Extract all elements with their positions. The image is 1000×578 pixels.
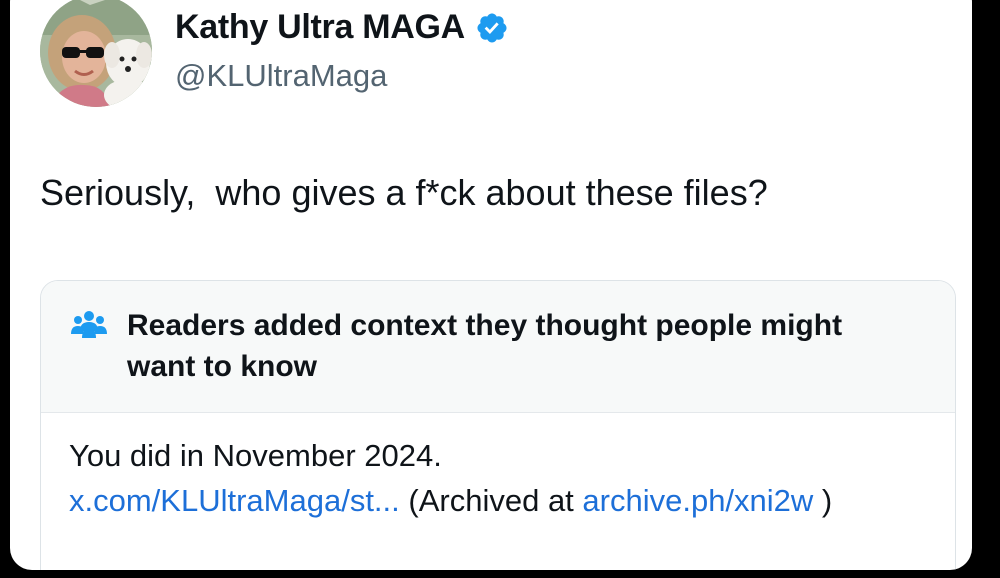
community-note-text: You did in November 2024. — [69, 438, 442, 473]
archived-prefix: (Archived at — [399, 483, 583, 518]
source-link-archive[interactable]: archive.ph/​xni2w — [582, 483, 813, 518]
verified-badge-icon — [477, 12, 507, 43]
community-note-title: Readers added context they thought peopl… — [127, 309, 843, 383]
tweet-card: Kathy Ultra MAGA @KLUltraMaga Seriously,… — [10, 0, 972, 570]
archived-suffix: ) — [813, 483, 833, 518]
tweet-text: Seriously, who gives a f*ck about these … — [40, 172, 768, 213]
community-note: Readers added context they thought peopl… — [40, 280, 956, 570]
avatar[interactable] — [40, 0, 152, 107]
community-note-header: Readers added context they thought peopl… — [41, 281, 955, 413]
people-group-icon — [71, 311, 107, 338]
source-link-tweet[interactable]: x.com/KLUltraMaga/st... — [69, 483, 400, 518]
author-display-name[interactable]: Kathy Ultra MAGA — [175, 8, 465, 47]
author-handle[interactable]: @KLUltraMaga — [175, 58, 387, 94]
author-name-row[interactable]: Kathy Ultra MAGA — [175, 8, 509, 47]
avatar-photo — [40, 0, 152, 107]
community-note-sources: x.com/KLUltraMaga/st... (Archived at arc… — [69, 478, 927, 523]
community-note-body: You did in November 2024. x.com/KLUltraM… — [41, 413, 955, 523]
